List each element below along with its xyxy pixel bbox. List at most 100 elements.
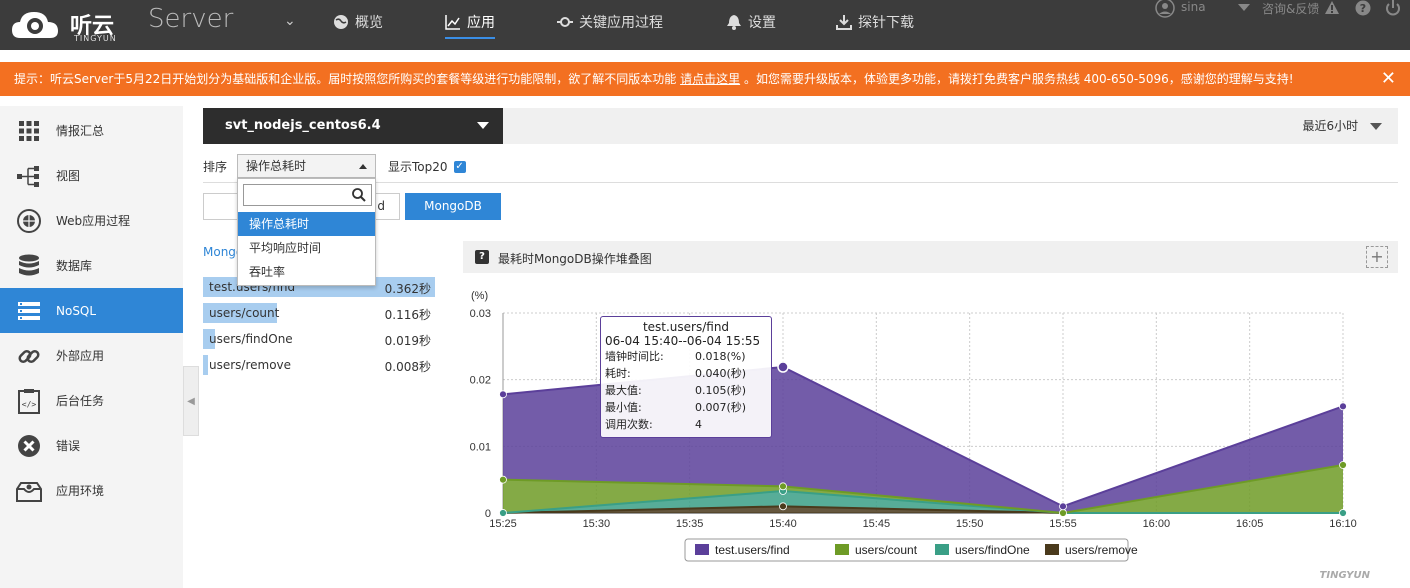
warning-icon[interactable] (1324, 0, 1340, 15)
tooltip-value: 0.105(秒) (695, 384, 747, 397)
type-tab-mongodb[interactable]: MongoDB (405, 193, 501, 220)
svg-text:?: ? (1360, 2, 1366, 15)
x-tick-label: 16:00 (1143, 518, 1171, 530)
sidebar-item-external[interactable]: 外部应用 (0, 333, 183, 378)
data-point (1339, 509, 1347, 517)
list-item[interactable]: users/count 0.116秒 (203, 303, 435, 323)
app-selector[interactable]: svt_nodejs_centos6.4 (203, 108, 503, 144)
x-tick-label: 15:45 (863, 518, 891, 530)
x-tick-label: 16:05 (1236, 518, 1264, 530)
nav-settings[interactable]: 设置 (726, 12, 776, 32)
legend-label: users/count (855, 543, 918, 557)
legend-label: users/findOne (955, 543, 1030, 557)
tooltip-row: 最大值: 0.105(秒) (605, 382, 767, 399)
app-name: svt_nodejs_centos6.4 (225, 118, 381, 133)
tooltip-key: 最小值: (605, 401, 642, 414)
list-item[interactable]: users/remove 0.008秒 (203, 355, 435, 375)
sidebar-item-label: 外部应用 (56, 349, 105, 363)
top-navbar: 听云 TINGYUN Server ⌄ 概览 应用 关键应用过程 设置 探针下载… (0, 0, 1410, 50)
sidebar-item-label: 后台任务 (56, 394, 105, 408)
chart-tooltip: test.users/find 06-04 15:40--06-04 15:55… (600, 316, 772, 438)
nav-label: 应用 (467, 15, 495, 31)
help-icon[interactable]: ? (1355, 0, 1371, 16)
legend-swatch (695, 544, 709, 555)
legend-swatch (835, 544, 849, 555)
caret-down-icon (1370, 123, 1382, 130)
power-icon[interactable] (1385, 0, 1401, 16)
help-icon[interactable]: ? (475, 250, 489, 264)
tingyun-logo[interactable]: 听云 TINGYUN (10, 4, 140, 46)
notice-bar: 提示：听云Server于5月22日开始划分为基础版和企业版。届时按照您所购买的套… (0, 62, 1410, 96)
sidebar-item-label: 错误 (56, 439, 81, 453)
time-range-selector[interactable]: 最近6小时 (1303, 108, 1382, 144)
sidebar-item-background-task[interactable]: </> 后台任务 (0, 378, 183, 423)
dropdown-option[interactable]: 吞吐率 (238, 260, 375, 284)
sort-select[interactable]: 操作总耗时 (237, 154, 376, 178)
data-point (777, 361, 789, 373)
x-tick-label: 15:40 (769, 518, 797, 530)
y-axis-label: (%) (471, 290, 488, 302)
feedback-link[interactable]: 咨询&反馈 (1262, 0, 1319, 17)
rank-name: users/count (209, 306, 280, 320)
web-process-icon (16, 208, 42, 234)
sidebar-item-database[interactable]: 数据库 (0, 243, 183, 288)
dropdown-option[interactable]: 操作总耗时 (238, 212, 375, 236)
sidebar-item-label: 视图 (56, 169, 81, 183)
data-point (779, 482, 787, 491)
top20-toggle[interactable]: 显示Top20 ✓ (388, 158, 466, 175)
sidebar-collapse-toggle[interactable]: ◀ (183, 366, 199, 436)
time-range-label: 最近6小时 (1302, 119, 1359, 133)
environment-icon (16, 478, 42, 504)
tooltip-range: 06-04 15:40--06-04 15:55 (605, 334, 761, 348)
nav-download[interactable]: 探针下载 (836, 12, 914, 32)
topology-icon (16, 163, 42, 189)
dropdown-option[interactable]: 平均响应时间 (238, 236, 375, 260)
nav-key-process[interactable]: 关键应用过程 (557, 12, 663, 32)
key-process-icon (557, 17, 573, 27)
error-icon (16, 433, 42, 459)
data-point (1339, 402, 1347, 411)
cloud-logo-icon (12, 12, 58, 38)
svg-text:</>: </> (22, 400, 37, 409)
sidebar-item-nosql[interactable]: NoSQL (0, 288, 183, 333)
close-icon[interactable]: ✕ (1381, 62, 1396, 96)
rank-value: 0.362秒 (384, 282, 431, 296)
notice-text-after: 。如您需要升级版本，体验更多功能，请拨打免费客户服务热线 400-650-509… (743, 72, 1294, 86)
x-tick-label: 15:55 (1049, 518, 1077, 530)
data-point (779, 502, 787, 511)
sidebar-item-errors[interactable]: 错误 (0, 423, 183, 468)
expand-icon[interactable]: + (1366, 246, 1388, 268)
avatar-icon[interactable] (1155, 0, 1175, 18)
sidebar-item-label: 数据库 (56, 259, 93, 273)
nav-label: 关键应用过程 (579, 15, 663, 31)
nav-overview[interactable]: 概览 (333, 12, 383, 32)
app-toolbar: 最近6小时 (503, 108, 1398, 144)
user-menu-caret-icon[interactable] (1238, 4, 1250, 12)
chart-header: ? 最耗时MongoDB操作堆叠图 + (463, 241, 1398, 273)
sidebar-item-environment[interactable]: 应用环境 (0, 468, 183, 513)
tooltip-value: 0.018(%) (695, 350, 746, 363)
sidebar-item-summary[interactable]: 情报汇总 (0, 108, 183, 153)
chevron-down-icon[interactable]: ⌄ (284, 13, 296, 29)
sort-label: 排序 (203, 160, 228, 174)
tooltip-row: 调用次数: 4 (605, 416, 767, 433)
x-tick-label: 15:35 (676, 518, 704, 530)
x-tick-label: 16:10 (1329, 518, 1357, 530)
sidebar-item-view[interactable]: 视图 (0, 153, 183, 198)
dropdown-search-input[interactable] (243, 184, 372, 206)
notice-link[interactable]: 请点击这里 (680, 72, 740, 86)
search-icon (352, 188, 366, 202)
y-tick-label: 0.03 (470, 308, 491, 320)
username[interactable]: sina (1181, 0, 1206, 14)
nav-label: 设置 (748, 15, 776, 31)
tooltip-key: 最大值: (605, 384, 642, 397)
list-item[interactable]: users/findOne 0.019秒 (203, 329, 435, 349)
sidebar-item-web-process[interactable]: Web应用过程 (0, 198, 183, 243)
caret-down-icon (477, 122, 489, 129)
tooltip-row: 最小值: 0.007(秒) (605, 399, 767, 416)
nav-label: 概览 (355, 15, 383, 31)
rank-value: 0.116秒 (384, 308, 431, 322)
checkbox-checked-icon[interactable]: ✓ (453, 160, 466, 173)
nav-apps[interactable]: 应用 (445, 12, 495, 39)
chart-line-icon (445, 15, 460, 30)
